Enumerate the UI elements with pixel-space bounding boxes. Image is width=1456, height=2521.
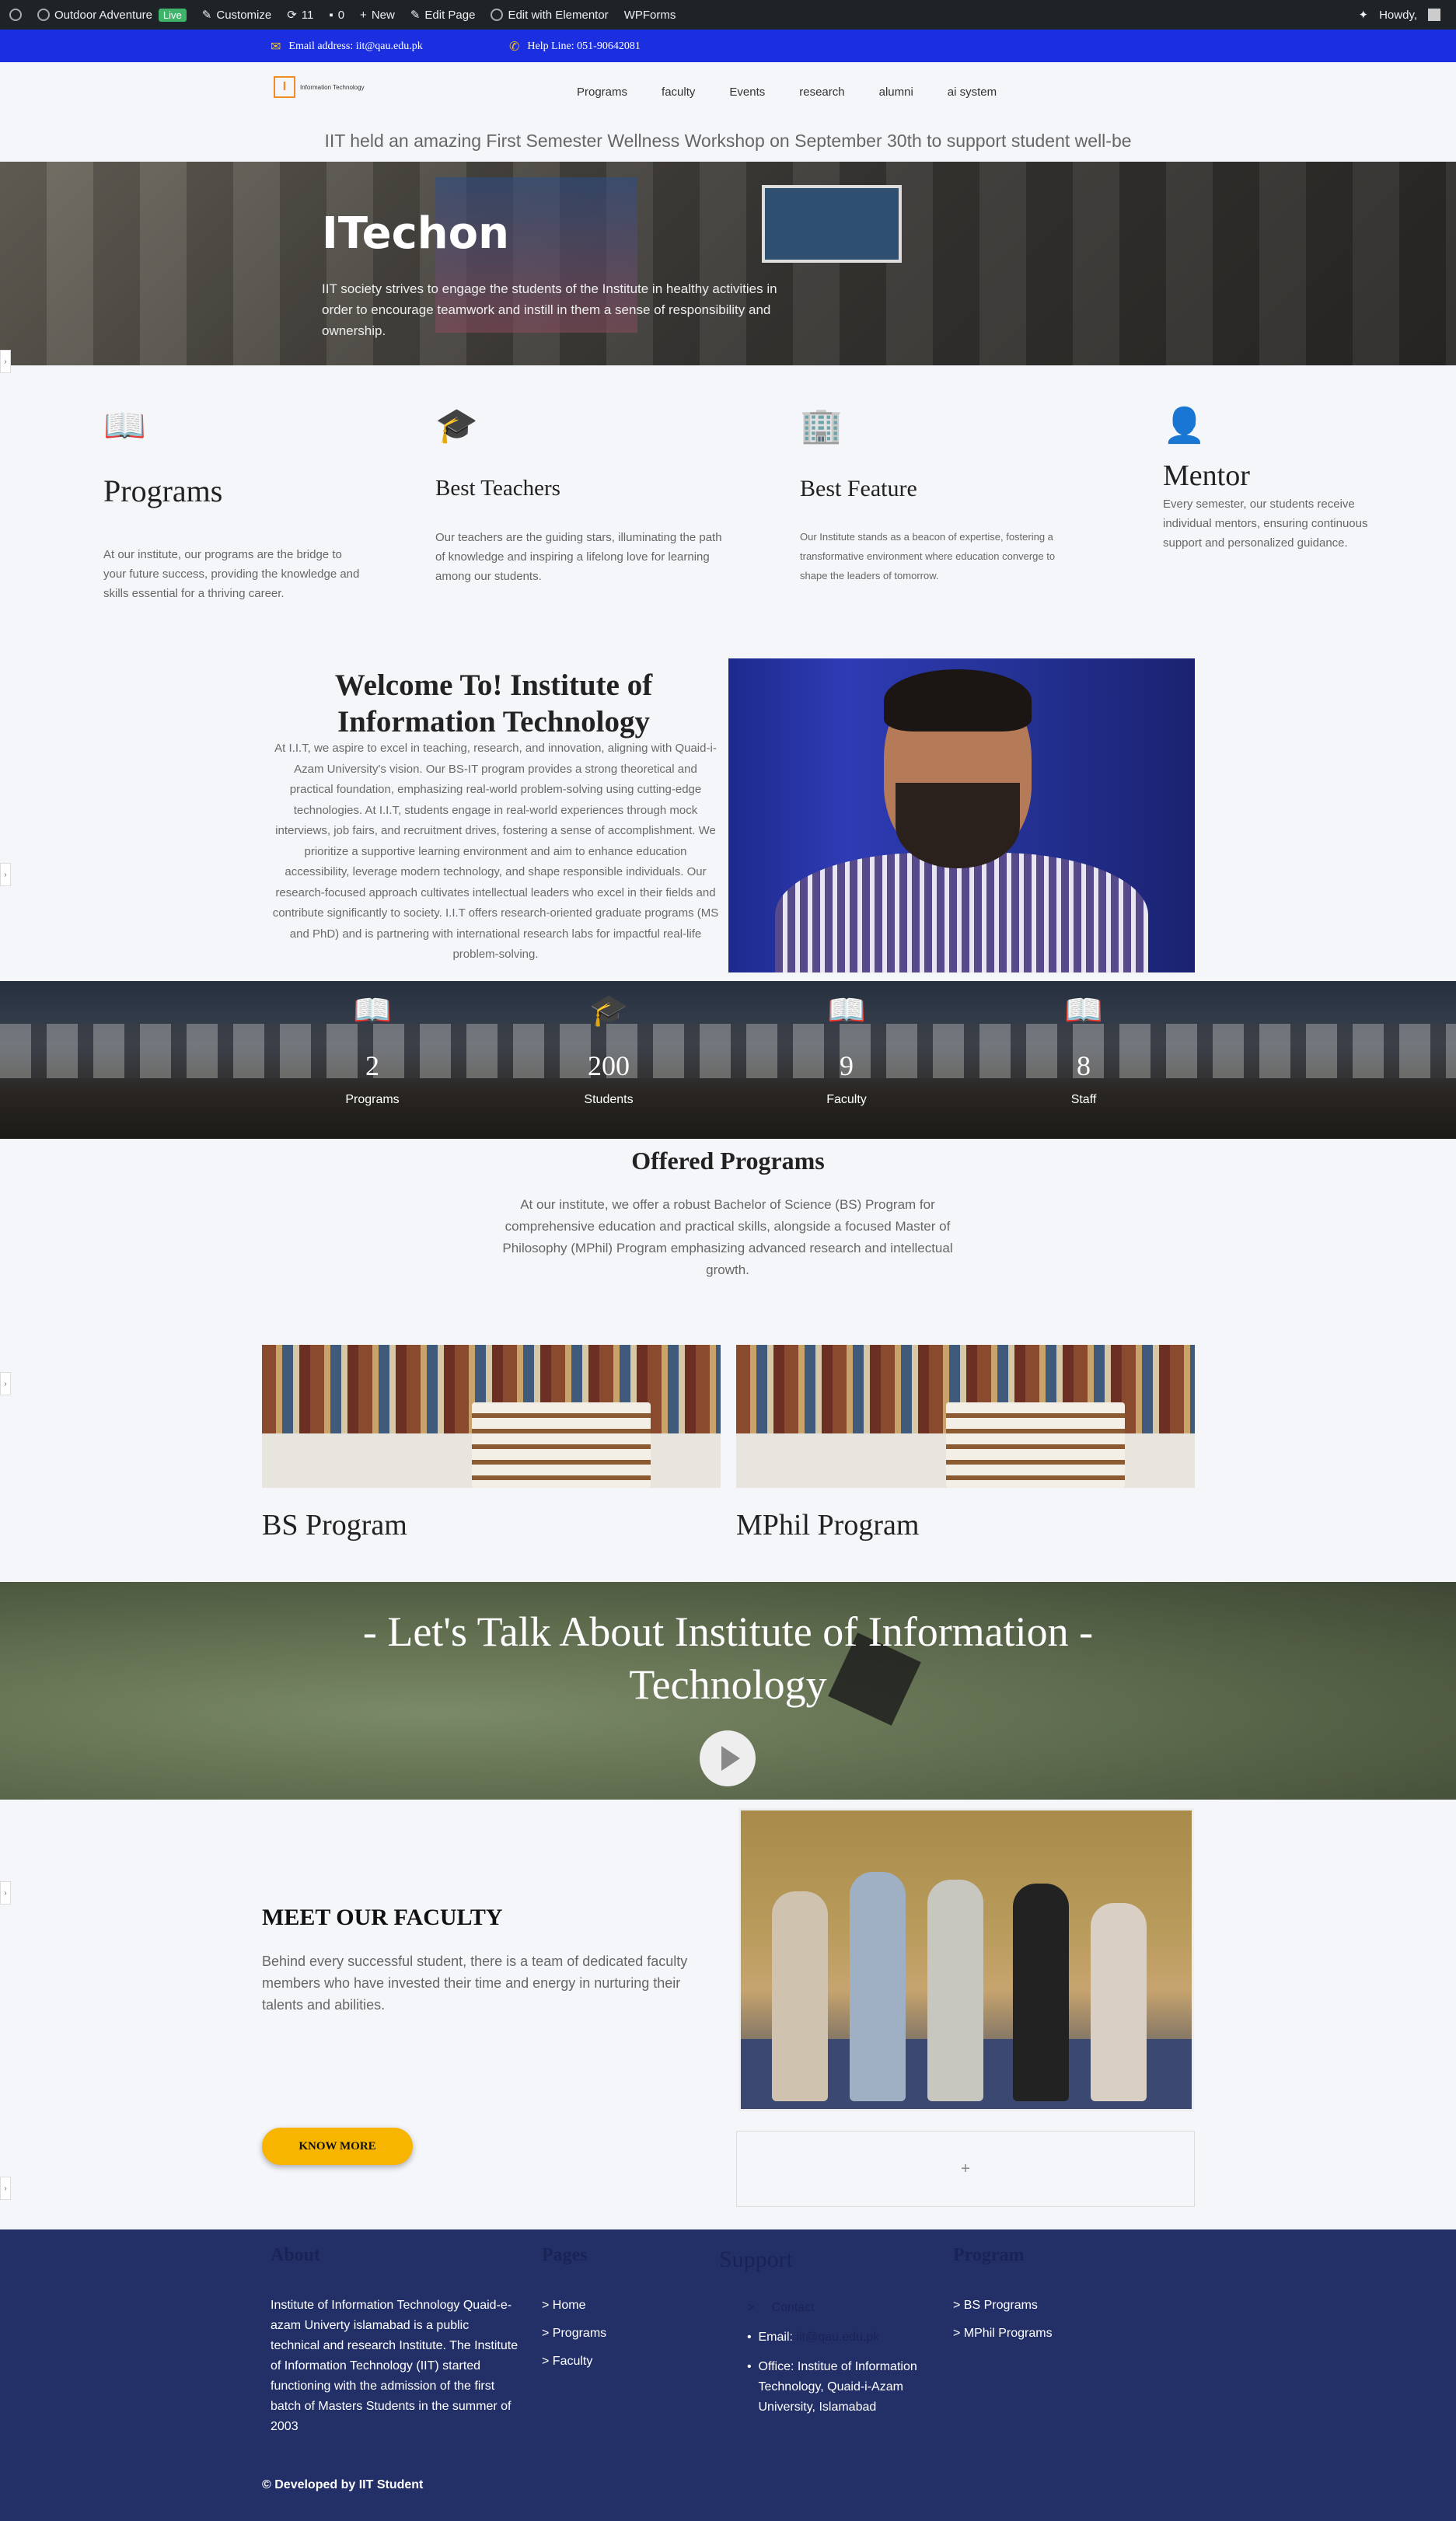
footer-link-programs[interactable]: > Programs (542, 2327, 697, 2341)
library-books-image (262, 1345, 721, 1488)
footer-program: Program > BS Programs > MPhil Programs (953, 2245, 1147, 2355)
video-title: - Let's Talk About Institute of Informat… (362, 1608, 1094, 1708)
graduate-icon: 🎓 (435, 407, 478, 445)
side-toggle[interactable]: › (0, 2177, 11, 2200)
footer-about: About Institute of Information Technolog… (271, 2245, 519, 2433)
side-toggle[interactable]: › (0, 1881, 11, 1905)
feature-best-feature: 🏢 Best Feature Our Institute stands as a… (800, 409, 1080, 585)
side-toggle[interactable]: › (0, 863, 11, 886)
program-title[interactable]: MPhil Program (736, 1508, 1195, 1542)
welcome-title: Welcome To! Institute of Information Tec… (334, 669, 653, 738)
home-icon (37, 9, 50, 21)
footer-link-faculty[interactable]: > Faculty (542, 2355, 697, 2369)
wpforms-link[interactable]: WPForms (624, 9, 676, 22)
hero-title: ITechon (322, 208, 509, 259)
know-more-button[interactable]: KNOW MORE (262, 2128, 413, 2165)
footer-pages: Pages > Home > Programs > Faculty (542, 2245, 697, 2383)
user-clock-icon: 👤 (1163, 407, 1206, 445)
nav-item-faculty[interactable]: faculty (662, 86, 695, 99)
book-icon: 📖 (353, 993, 392, 1028)
footer-support-contact[interactable]: > Contact (747, 2298, 937, 2318)
graduate-icon: 🎓 (589, 993, 628, 1028)
footer-link-mphil-programs[interactable]: > MPhil Programs (953, 2327, 1147, 2341)
site-name-link[interactable]: Outdoor Adventure (37, 9, 152, 22)
footer-support-office: • Office: Institue of Information Techno… (747, 2360, 917, 2414)
nav-item-alumni[interactable]: alumni (879, 86, 913, 99)
side-toggle[interactable]: › (0, 350, 11, 373)
offered-programs-title: Offered Programs (631, 1147, 825, 1175)
footer-link-bs-programs[interactable]: > BS Programs (953, 2299, 1147, 2313)
footer-support-email: • Email: iit@qau.edu.pk (747, 2331, 880, 2344)
main-nav: Programs faculty Events research alumni … (577, 86, 1031, 99)
nav-item-research[interactable]: research (799, 86, 844, 99)
elementor-icon (491, 9, 504, 21)
customize-link[interactable]: ✎ Customize (201, 8, 271, 23)
director-portrait-image (728, 658, 1195, 972)
nav-item-programs[interactable]: Programs (577, 86, 627, 99)
nav-item-ai-system[interactable]: ai system (948, 86, 997, 99)
book-icon: 📖 (827, 993, 866, 1028)
faculty-title: MEET OUR FACULTY (262, 1905, 503, 1930)
logo-text: Information Technology (300, 83, 365, 91)
hero-text: IIT society strives to engage the studen… (322, 281, 777, 338)
site-footer: About Institute of Information Technolog… (0, 2229, 1456, 2521)
stat-faculty: 📖 9 Faculty (784, 995, 909, 1107)
faculty-body: Behind every successful student, there i… (262, 1954, 688, 2013)
building-icon: 🏢 (800, 407, 843, 445)
live-badge: Live (158, 8, 187, 22)
feature-best-teachers: 🎓 Best Teachers Our teachers are the gui… (435, 407, 722, 584)
envelope-icon: ✉ (271, 40, 281, 54)
side-toggle[interactable]: › (0, 1372, 11, 1395)
wordpress-logo-icon[interactable] (9, 9, 22, 21)
ai-sparkle-icon[interactable]: ✦ (1359, 8, 1369, 22)
new-content-link[interactable]: + New (360, 9, 395, 22)
library-books-image (736, 1345, 1195, 1488)
program-card-mphil[interactable]: MPhil Program (736, 1345, 1195, 1542)
comment-icon: ▪ (329, 8, 333, 22)
pencil-icon: ✎ (410, 9, 421, 22)
edit-page-link[interactable]: ✎ Edit Page (410, 8, 476, 23)
refresh-icon: ⟳ (287, 9, 297, 22)
offered-programs-body: At our institute, we offer a robust Bach… (502, 1197, 953, 1277)
howdy-link[interactable]: Howdy, (1379, 9, 1417, 22)
stats-section: 📖 2 Programs 🎓 200 Students 📖 9 Faculty … (0, 981, 1456, 1139)
email-info: ✉ Email address: iit@qau.edu.pk (271, 40, 423, 54)
avatar[interactable] (1428, 9, 1440, 21)
welcome-body: At I.I.T, we aspire to excel in teaching… (272, 742, 719, 961)
stat-staff: 📖 8 Staff (1021, 995, 1146, 1107)
hero-building-sign (762, 185, 902, 263)
wp-admin-bar: Outdoor Adventure Live ✎ Customize ⟳ 11 ▪ 0… (0, 0, 1456, 30)
faculty-group-photo (738, 1808, 1194, 2111)
program-card-bs[interactable]: BS Program (262, 1345, 721, 1542)
plus-icon: + (360, 8, 367, 22)
copyright-text: © Developed by IIT Student (262, 2478, 424, 2491)
stat-students: 🎓 200 Students (546, 995, 671, 1107)
top-info-bar: ✉ Email address: iit@qau.edu.pk ✆ Help L… (0, 30, 1456, 62)
hero-section: ITechon IIT society strives to engage th… (0, 162, 1456, 365)
features-section: 📖 Programs At our institute, our program… (0, 365, 1456, 606)
site-logo[interactable]: I Information Technology (274, 76, 365, 98)
site-header: I Information Technology Programs facult… (0, 62, 1456, 163)
news-ticker[interactable]: IIT held an amazing First Semester Welln… (0, 131, 1456, 152)
nav-item-events[interactable]: Events (729, 86, 765, 99)
book-icon: 📖 (1064, 993, 1103, 1028)
stat-programs: 📖 2 Programs (310, 995, 435, 1107)
program-title[interactable]: BS Program (262, 1508, 721, 1542)
book-icon: 📖 (103, 407, 146, 445)
play-button[interactable] (700, 1730, 756, 1786)
logo-mark: I (274, 76, 295, 98)
footer-link-home[interactable]: > Home (542, 2299, 697, 2313)
add-widget-box[interactable]: + (736, 2131, 1195, 2207)
footer-support: Support > Contact • Email: iit@qau.edu.p… (719, 2247, 937, 2418)
updates-link[interactable]: ⟳ 11 (287, 8, 313, 23)
brush-icon: ✎ (201, 9, 212, 22)
feature-mentor: 👤 Mentor Every semester, our students re… (1163, 409, 1381, 553)
edit-elementor-link[interactable]: Edit with Elementor (491, 9, 609, 22)
comments-link[interactable]: ▪ 0 (329, 9, 344, 22)
phone-icon: ✆ (509, 40, 520, 54)
feature-programs: 📖 Programs At our institute, our program… (103, 409, 368, 603)
helpline-info: ✆ Help Line: 051-90642081 (509, 40, 641, 54)
